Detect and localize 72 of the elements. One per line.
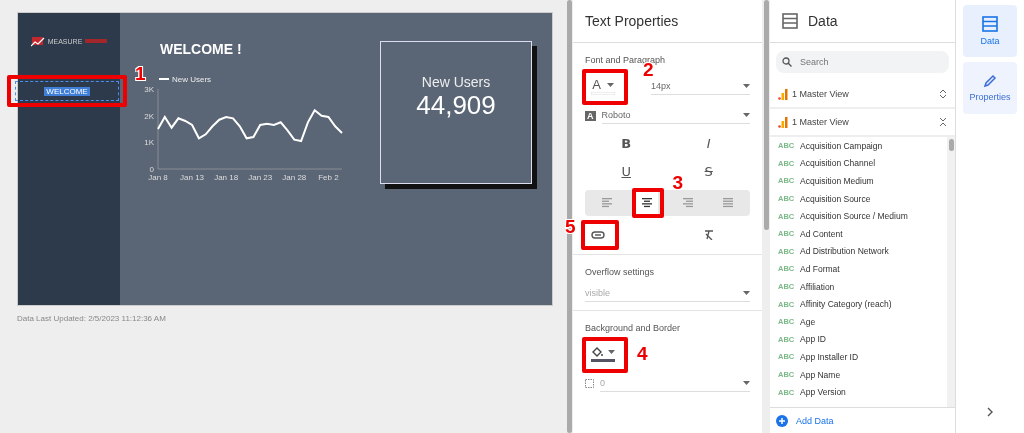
text-box[interactable]: WELCOME bbox=[15, 81, 119, 101]
align-button[interactable] bbox=[636, 192, 659, 214]
report-heading: WELCOME ! bbox=[159, 41, 243, 57]
y-tick-label: 1K bbox=[144, 138, 154, 148]
logo-mark bbox=[85, 39, 108, 43]
x-tick-label: Jan 18 bbox=[214, 173, 239, 182]
align-icon bbox=[722, 198, 733, 208]
y-tick-label: 2K bbox=[144, 111, 154, 121]
x-tick-label: Jan 8 bbox=[148, 173, 168, 182]
caret-icon bbox=[743, 83, 750, 88]
callout-frame bbox=[582, 69, 628, 105]
paint-bucket-icon bbox=[591, 346, 603, 358]
clear-format-icon bbox=[703, 230, 714, 240]
last-updated-text: Data Last Updated: 2/5/2023 11:12:36 AM bbox=[17, 314, 167, 323]
panel-title: Text Properties bbox=[585, 13, 679, 29]
caret-icon bbox=[608, 350, 615, 354]
callout-number: 4 bbox=[637, 343, 648, 365]
scrollbar[interactable] bbox=[763, 0, 769, 230]
scorecard-label: New Users bbox=[421, 74, 491, 90]
panel-title: Data bbox=[808, 13, 838, 29]
border-icon bbox=[585, 379, 594, 388]
font-badge: A bbox=[585, 110, 596, 121]
y-tick-label: 0 bbox=[149, 165, 154, 174]
analytics-icon bbox=[778, 116, 788, 128]
color-swatch bbox=[591, 358, 615, 362]
search-icon bbox=[782, 57, 792, 67]
side-tab[interactable]: Data bbox=[963, 5, 1017, 57]
caret-icon bbox=[743, 291, 750, 295]
callout-frame bbox=[632, 188, 665, 218]
table-icon bbox=[782, 13, 798, 29]
plus-icon bbox=[776, 414, 788, 427]
font-size-select[interactable]: 14px bbox=[651, 77, 750, 95]
underline-button[interactable]: U bbox=[585, 160, 668, 182]
analytics-icon bbox=[778, 88, 788, 100]
chevron-right-icon[interactable] bbox=[987, 407, 993, 417]
x-tick-label: Jan 28 bbox=[282, 173, 307, 182]
logo-icon bbox=[30, 35, 45, 47]
callout-number: 5 bbox=[565, 216, 576, 238]
search-field[interactable]: Search bbox=[798, 53, 928, 71]
bold-button[interactable]: B bbox=[585, 132, 668, 154]
section-title: Background and Border bbox=[585, 323, 682, 333]
align-icon bbox=[602, 198, 613, 208]
font-family-select[interactable]: Roboto bbox=[601, 107, 750, 124]
italic-button[interactable]: I bbox=[667, 132, 750, 154]
pencil-icon bbox=[983, 74, 997, 88]
x-tick-label: Jan 23 bbox=[248, 173, 273, 182]
section-title: Font and Paragraph bbox=[585, 55, 667, 65]
x-tick-label: Jan 13 bbox=[180, 173, 205, 182]
caret-icon bbox=[743, 381, 750, 385]
link-icon bbox=[591, 231, 605, 239]
search-bar[interactable]: Search bbox=[776, 51, 949, 73]
collapse-icon[interactable] bbox=[939, 117, 947, 127]
callout-number: 1 bbox=[135, 63, 146, 85]
legend-label: New Users bbox=[172, 75, 212, 84]
text-box-text: WELCOME bbox=[44, 86, 90, 96]
expand-icon[interactable] bbox=[939, 89, 947, 99]
callout-frame bbox=[581, 220, 619, 250]
y-tick-label: 3K bbox=[144, 85, 154, 94]
x-tick-label: Feb 2 bbox=[318, 173, 339, 182]
chart-legend: New Users bbox=[158, 75, 212, 84]
font-color-button[interactable]: A bbox=[585, 73, 621, 99]
caret-icon bbox=[606, 82, 614, 87]
table-icon bbox=[982, 16, 998, 32]
side-tab[interactable]: Properties bbox=[963, 62, 1017, 114]
section-title: Overflow settings bbox=[585, 267, 656, 277]
align-icon bbox=[642, 198, 653, 208]
scorecard-value: 44,909 bbox=[416, 90, 496, 121]
callout-frame bbox=[582, 337, 628, 373]
callout-number: 3 bbox=[672, 172, 683, 194]
scrollbar[interactable] bbox=[948, 139, 954, 151]
caret-icon bbox=[743, 113, 750, 117]
align-icon bbox=[682, 198, 693, 208]
